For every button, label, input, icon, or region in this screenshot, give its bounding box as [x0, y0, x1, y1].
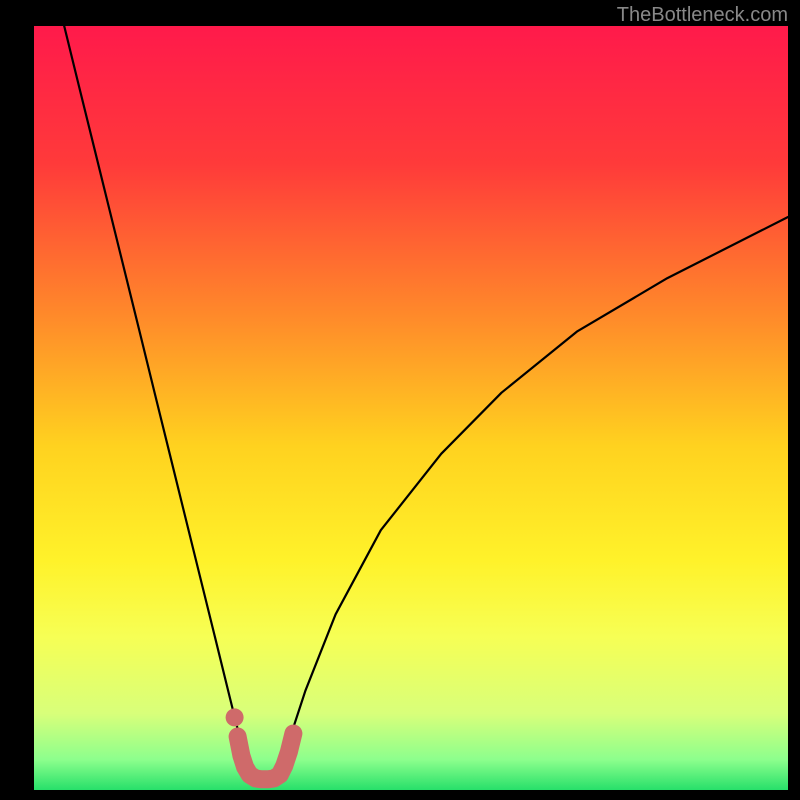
- chart-frame: TheBottleneck.com: [0, 0, 800, 800]
- watermark-text: TheBottleneck.com: [617, 4, 788, 27]
- bottleneck-chart: [0, 0, 800, 800]
- gradient-background: [34, 26, 788, 790]
- highlight-dot: [226, 708, 244, 726]
